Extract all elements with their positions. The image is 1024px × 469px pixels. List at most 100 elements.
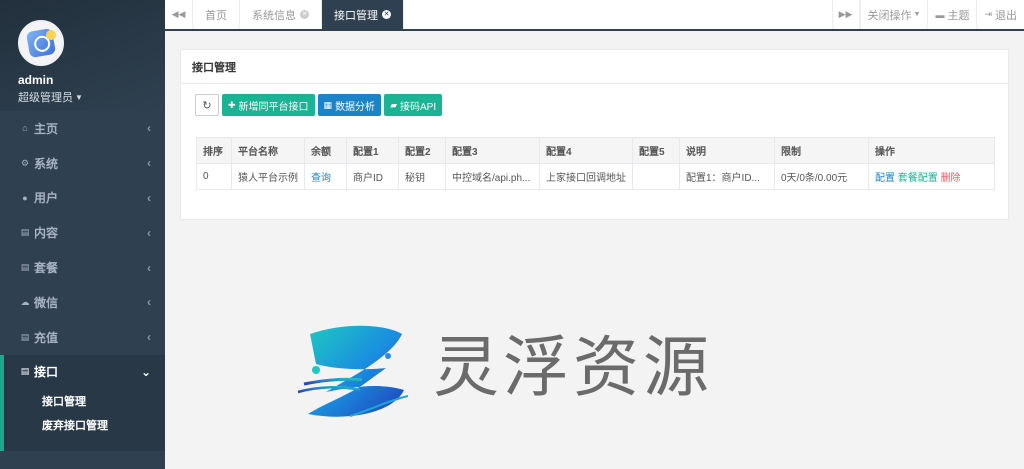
sidebar-subitem-deprecated-interface-manage[interactable]: 废弃接口管理: [4, 413, 165, 437]
code-api-label: 接码API: [399, 101, 437, 113]
query-balance-link[interactable]: 查询: [311, 173, 331, 184]
panel-title: 接口管理: [181, 50, 1008, 84]
file-icon: ▤: [20, 227, 30, 238]
cell-config1: 商户ID: [346, 163, 399, 190]
interface-panel: 接口管理 ↻ ✚ 新增同平台接口 ▦ 数据分析 ▰ 接码API 排序 平台名称 余额 …: [180, 49, 1009, 220]
tab-label: 接口管理: [334, 9, 378, 22]
add-interface-label: 新增同平台接口: [238, 101, 309, 113]
calendar-icon: ▦: [323, 99, 333, 110]
user-name: admin: [18, 73, 54, 87]
col-limit: 限制: [774, 137, 869, 164]
chevron-left-icon: ‹: [147, 156, 151, 171]
cell-limit: 0天/0条/0.00元: [774, 163, 869, 190]
col-config5: 配置5: [632, 137, 680, 164]
sidebar: admin 超级管理员 ▼ ⌂ 主页 ‹ ⚙ 系统 ‹ ● 用户 ‹ ▤ 内容 ‹…: [0, 0, 165, 469]
avatar-sun: [46, 30, 56, 40]
logout-label: 退出: [995, 9, 1017, 22]
cell-config4: 上家接口回调地址: [539, 163, 633, 190]
tab-label: 系统信息: [252, 9, 296, 22]
sidebar-item-recharge[interactable]: ▤ 充值 ‹: [0, 320, 165, 355]
caret-down-icon: ▼: [75, 93, 83, 102]
theme-button[interactable]: ▬ 主题: [927, 0, 976, 29]
chevron-left-icon: ‹: [147, 330, 151, 345]
sidebar-item-package[interactable]: ▤ 套餐 ‹: [0, 250, 165, 285]
tab-bar: ◀◀ 首页 系统信息 ✕ 接口管理 ✕ ▶▶ 关闭操作 ▼ ▬ 主题 ⇥ 退出: [165, 0, 1024, 31]
chevron-left-icon: ‹: [147, 225, 151, 240]
tab-interface-manage[interactable]: 接口管理 ✕: [322, 0, 404, 29]
user-role-dropdown[interactable]: 超级管理员 ▼: [18, 89, 165, 105]
backward-icon: ◀◀: [171, 9, 186, 19]
add-interface-button[interactable]: ✚ 新增同平台接口: [222, 94, 315, 116]
col-balance: 余额: [304, 137, 347, 164]
col-config1: 配置1: [346, 137, 399, 164]
chevron-left-icon: ‹: [147, 190, 151, 205]
col-config3: 配置3: [445, 137, 540, 164]
sidebar-item-content[interactable]: ▤ 内容 ‹: [0, 215, 165, 250]
refresh-icon: ↻: [202, 99, 212, 112]
interface-table: 排序 平台名称 余额 配置1 配置2 配置3 配置4 配置5 说明 限制 操作 …: [196, 137, 995, 190]
cell-config5: [632, 163, 680, 190]
sidebar-item-system[interactable]: ⚙ 系统 ‹: [0, 146, 165, 181]
panel-toolbar: ↻ ✚ 新增同平台接口 ▦ 数据分析 ▰ 接码API: [195, 94, 443, 116]
tab-home[interactable]: 首页: [193, 0, 240, 29]
sidebar-item-users[interactable]: ● 用户 ‹: [0, 181, 165, 216]
col-config2: 配置2: [398, 137, 446, 164]
user-role-label: 超级管理员: [18, 92, 73, 104]
sidebar-nav: ⌂ 主页 ‹ ⚙ 系统 ‹ ● 用户 ‹ ▤ 内容 ‹ ▤ 套餐 ‹ ☁ 微信 …: [0, 111, 165, 390]
sidebar-subnav-interface: 接口管理 废弃接口管理: [0, 389, 165, 452]
avatar[interactable]: [18, 20, 64, 66]
users-icon: ●: [22, 192, 28, 203]
code-api-button[interactable]: ▰ 接码API: [384, 94, 443, 116]
table-row: 0 猿人平台示例 查询 商户ID 秘钥 中控域名/api.ph... 上家接口回…: [196, 163, 995, 190]
home-icon: ⌂: [22, 123, 28, 134]
sidebar-item-interface[interactable]: ▤ 接口 ⌄: [0, 354, 165, 390]
col-order: 排序: [196, 137, 232, 164]
data-analysis-button[interactable]: ▦ 数据分析: [317, 94, 382, 116]
scroll-tabs-left-button[interactable]: ◀◀: [165, 0, 193, 29]
table-header-row: 排序 平台名称 余额 配置1 配置2 配置3 配置4 配置5 说明 限制 操作: [196, 137, 995, 164]
close-ops-label: 关闭操作: [867, 9, 912, 22]
cell-config3: 中控域名/api.ph...: [445, 163, 540, 190]
tab-system-info[interactable]: 系统信息 ✕: [240, 0, 322, 29]
logout-button[interactable]: ⇥ 退出: [976, 0, 1024, 29]
col-description: 说明: [679, 137, 775, 164]
watermark-text: 灵浮资源: [433, 329, 713, 406]
scroll-tabs-right-button[interactable]: ▶▶: [831, 0, 860, 29]
sidebar-item-label: 充值: [34, 330, 59, 345]
watermark-logo-icon: [297, 325, 409, 417]
cell-platform-name: 猿人平台示例: [231, 163, 305, 190]
sidebar-item-label: 内容: [34, 226, 59, 241]
forward-icon: ▶▶: [838, 9, 853, 19]
data-analysis-label: 数据分析: [335, 101, 376, 113]
config-link[interactable]: 配置: [875, 173, 895, 184]
sidebar-item-label: 微信: [34, 295, 59, 310]
sidebar-item-label: 系统: [34, 156, 59, 171]
cell-order: 0: [196, 163, 232, 190]
chevron-down-icon: ⌄: [140, 364, 151, 379]
book-icon: ▰: [390, 99, 397, 110]
plus-icon: ✚: [228, 99, 236, 110]
cell-config2: 秘钥: [398, 163, 446, 190]
sidebar-item-label: 套餐: [34, 261, 59, 276]
delete-link[interactable]: 删除: [941, 173, 961, 184]
sidebar-item-wechat[interactable]: ☁ 微信 ‹: [0, 285, 165, 320]
close-operations-dropdown[interactable]: 关闭操作 ▼: [859, 0, 928, 29]
package-config-link[interactable]: 套餐配置: [898, 173, 938, 184]
col-config4: 配置4: [539, 137, 633, 164]
theme-icon: ▬: [935, 9, 945, 20]
file-text-icon: ▤: [20, 262, 30, 273]
theme-label: 主题: [947, 9, 970, 22]
sidebar-item-label: 用户: [34, 191, 59, 206]
col-platform-name: 平台名称: [231, 137, 305, 164]
sidebar-item-home[interactable]: ⌂ 主页 ‹: [0, 111, 165, 146]
sign-out-icon: ⇥: [984, 9, 992, 19]
sidebar-subitem-interface-manage[interactable]: 接口管理: [4, 389, 165, 413]
refresh-button[interactable]: ↻: [195, 94, 219, 116]
cell-description: 配置1：商户ID...: [679, 163, 775, 190]
caret-down-icon: ▼: [913, 11, 921, 18]
file-icon: ▤: [20, 331, 30, 342]
close-tab-icon[interactable]: ✕: [300, 10, 309, 19]
cell-balance: 查询: [304, 163, 347, 190]
close-tab-icon[interactable]: ✕: [382, 10, 391, 19]
cell-actions: 配置 套餐配置 删除: [868, 163, 995, 190]
